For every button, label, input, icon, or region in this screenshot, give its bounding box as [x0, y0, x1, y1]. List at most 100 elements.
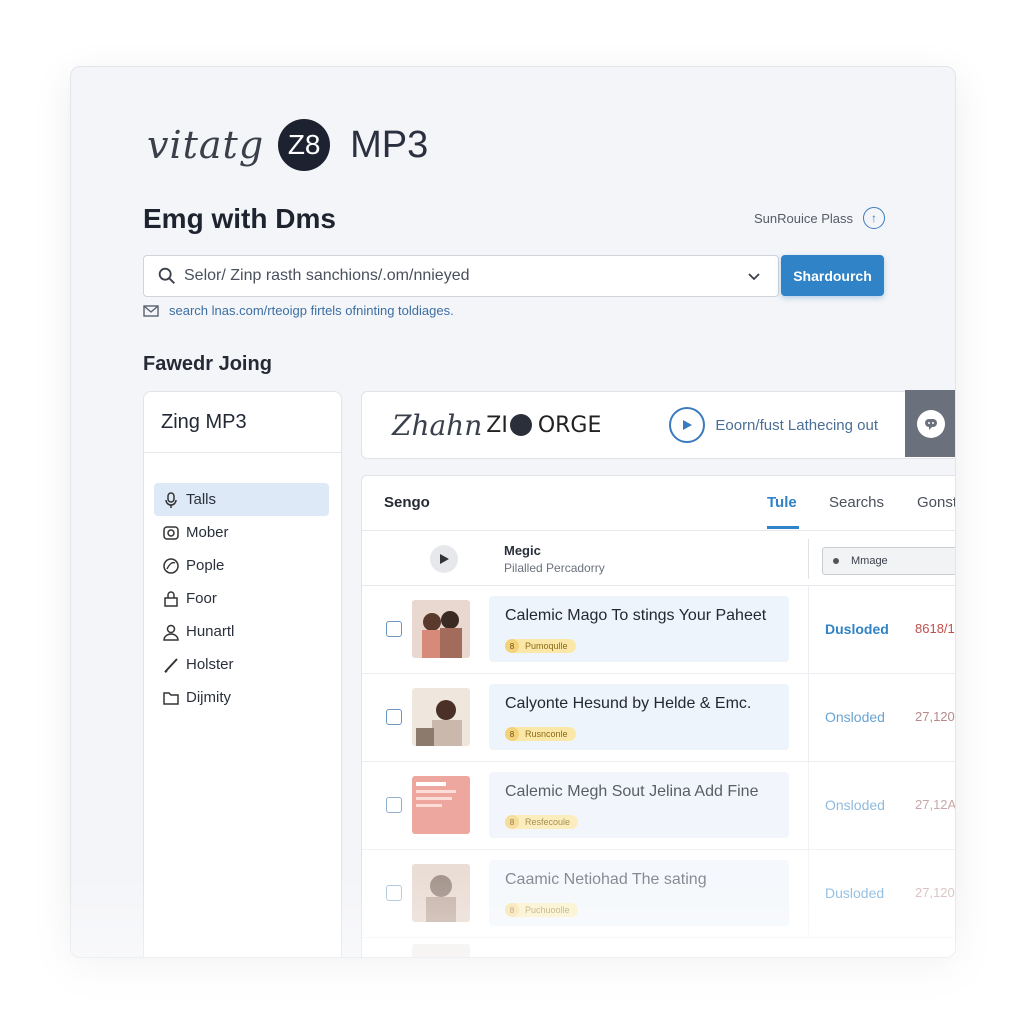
search-icon	[158, 267, 175, 284]
search-hint-text: search lnas.com/rteoigp firtels ofnintin…	[169, 303, 454, 318]
sidebar-item-label: Talls	[186, 491, 217, 508]
song-size: 27,120	[915, 885, 955, 900]
section-title: Fawedr Joing	[143, 353, 272, 375]
song-tag: 8 Pumoqulle	[505, 639, 576, 653]
song-info[interactable]: Calemic Megh Sout Jelina Add Fine 8 Resfe…	[489, 772, 789, 838]
song-tag: 8 Rusnconle	[505, 727, 576, 741]
table-row[interactable]: Calemic Megh Sout Jelina Add Fine 8 Resfe…	[362, 762, 956, 850]
app-logo[interactable]: vitatg Z8 MP3	[147, 117, 428, 173]
logo-script: vitatg	[147, 123, 265, 167]
tab-tule[interactable]: Tule	[767, 494, 797, 511]
song-thumbnail	[412, 688, 470, 746]
folder-icon	[163, 691, 179, 705]
app-window: vitatg Z8 MP3 Emg with Dms SunRouice Pla…	[70, 66, 956, 958]
chat-panel[interactable]	[905, 390, 955, 457]
tab-searchs[interactable]: Searchs	[829, 494, 884, 511]
chevron-down-icon[interactable]	[744, 266, 764, 286]
chat-icon[interactable]	[917, 409, 945, 438]
help-icon[interactable]: ↑	[863, 207, 885, 229]
tab-bar-title: Sengo	[384, 494, 430, 511]
download-status[interactable]: Dusloded	[825, 621, 889, 637]
sidebar-item-dijmity[interactable]: Dijmity	[154, 681, 329, 714]
sidebar-item-label: Pople	[186, 557, 225, 574]
sidebar-item-label: Hunartl	[186, 623, 235, 640]
sidebar-title: Zing MP3	[144, 392, 341, 453]
mail-icon	[143, 304, 159, 317]
logo-badge: Z8	[278, 119, 331, 171]
row-checkbox[interactable]	[386, 709, 402, 725]
song-tag-label: Pumoqulle	[525, 641, 568, 651]
tag-icon: 8	[505, 727, 519, 741]
filter-select-value: Mmage	[851, 555, 888, 567]
song-info[interactable]: Calyonte Hesund by Helde & Emc. 8 Rusncon…	[489, 684, 789, 750]
tab-bar: Sengo Tule Searchs Gonst	[362, 476, 955, 531]
sidebar-item-label: Dijmity	[186, 689, 231, 706]
song-tag-label: Puchuoolle	[525, 905, 570, 915]
divider	[808, 850, 809, 937]
song-tag-label: Rusnconle	[525, 729, 568, 739]
banner-brand-script: Zhahn	[392, 408, 483, 442]
songs-panel: Sengo Tule Searchs Gonst Megic Pilalled …	[361, 475, 956, 957]
sidebar-item-holster[interactable]: Holster	[154, 648, 329, 681]
search-hint[interactable]: search lnas.com/rteoigp firtels ofnintin…	[143, 303, 454, 318]
sidebar: Zing MP3 Talls Mober Pople Foor Hunartl	[143, 391, 342, 957]
song-thumbnail	[412, 776, 470, 834]
active-tab-indicator	[767, 526, 799, 529]
tab-gonst[interactable]: Gonst	[917, 494, 955, 511]
disc-icon	[163, 557, 179, 574]
play-icon[interactable]	[669, 407, 706, 443]
row-checkbox[interactable]	[386, 621, 402, 637]
sidebar-item-talls[interactable]: Talls	[154, 483, 329, 516]
camera-icon	[163, 525, 179, 540]
tag-icon: 8	[505, 815, 519, 829]
mic-icon	[165, 491, 177, 508]
divider	[808, 762, 809, 849]
download-status[interactable]: Onsloded	[825, 709, 885, 725]
song-size: 27,120	[915, 709, 955, 724]
song-title: Caamic Netiohad The sating	[505, 871, 707, 888]
song-title: Calemic Mago To stings Your Paheet	[505, 607, 767, 624]
song-info[interactable]: Caamic Netiohad The sating 8 Puchuoolle	[489, 860, 789, 926]
divider	[808, 674, 809, 761]
play-all-button[interactable]	[430, 545, 458, 573]
lock-icon	[164, 590, 178, 607]
song-title: Calemic Megh Sout Jelina Add Fine	[505, 783, 759, 800]
search-bar	[143, 255, 779, 297]
sidebar-item-hunartl[interactable]: Hunartl	[154, 615, 329, 648]
sidebar-item-pople[interactable]: Pople	[154, 549, 329, 582]
download-status[interactable]: Onsloded	[825, 797, 885, 813]
table-header: Megic Pilalled Percadorry Mmage	[362, 531, 955, 586]
search-button[interactable]: Shardourch	[781, 255, 884, 296]
song-tag: 8 Puchuoolle	[505, 903, 578, 917]
user-icon	[163, 624, 179, 641]
song-info[interactable]: Calemic Mago To stings Your Paheet 8 Pumo…	[489, 596, 789, 662]
sidebar-item-mober[interactable]: Mober	[154, 516, 329, 549]
song-title: Calyonte Hesund by Helde & Emc.	[505, 695, 752, 712]
row-checkbox[interactable]	[386, 885, 402, 901]
song-size: 27,12A	[915, 797, 956, 812]
table-row[interactable]	[362, 938, 955, 957]
header-subtitle: Pilalled Percadorry	[504, 561, 605, 575]
table-row[interactable]: Calemic Mago To stings Your Paheet 8 Pumo…	[362, 586, 955, 674]
banner-cta[interactable]: Eoorn/fust Lathecing out	[715, 417, 878, 434]
divider	[808, 539, 809, 579]
sidebar-item-foor[interactable]: Foor	[154, 582, 329, 615]
table-row[interactable]: Calyonte Hesund by Helde & Emc. 8 Rusncon…	[362, 674, 955, 762]
header-title: Megic	[504, 543, 541, 558]
song-thumbnail	[412, 944, 470, 957]
song-size: 8618/1	[915, 621, 955, 636]
resource-link-label: SunRouice Plass	[754, 210, 853, 226]
sidebar-item-label: Mober	[186, 524, 229, 541]
row-checkbox[interactable]	[386, 797, 402, 813]
song-thumbnail	[412, 600, 470, 658]
filter-select[interactable]: Mmage	[822, 547, 955, 575]
pen-icon	[164, 657, 178, 673]
sidebar-item-label: Holster	[186, 656, 234, 673]
banner-logo-icon	[509, 414, 532, 436]
featured-banner[interactable]: Zhahn ZI ORGE Eoorn/fust Lathecing out	[361, 391, 955, 459]
search-input[interactable]	[178, 266, 744, 286]
download-status[interactable]: Dusloded	[825, 885, 884, 901]
resource-link[interactable]: SunRouice Plass ↑	[754, 207, 885, 229]
table-row[interactable]: Caamic Netiohad The sating 8 Puchuoolle D…	[362, 850, 955, 938]
song-tag: 8 Resfecoule	[505, 815, 579, 829]
